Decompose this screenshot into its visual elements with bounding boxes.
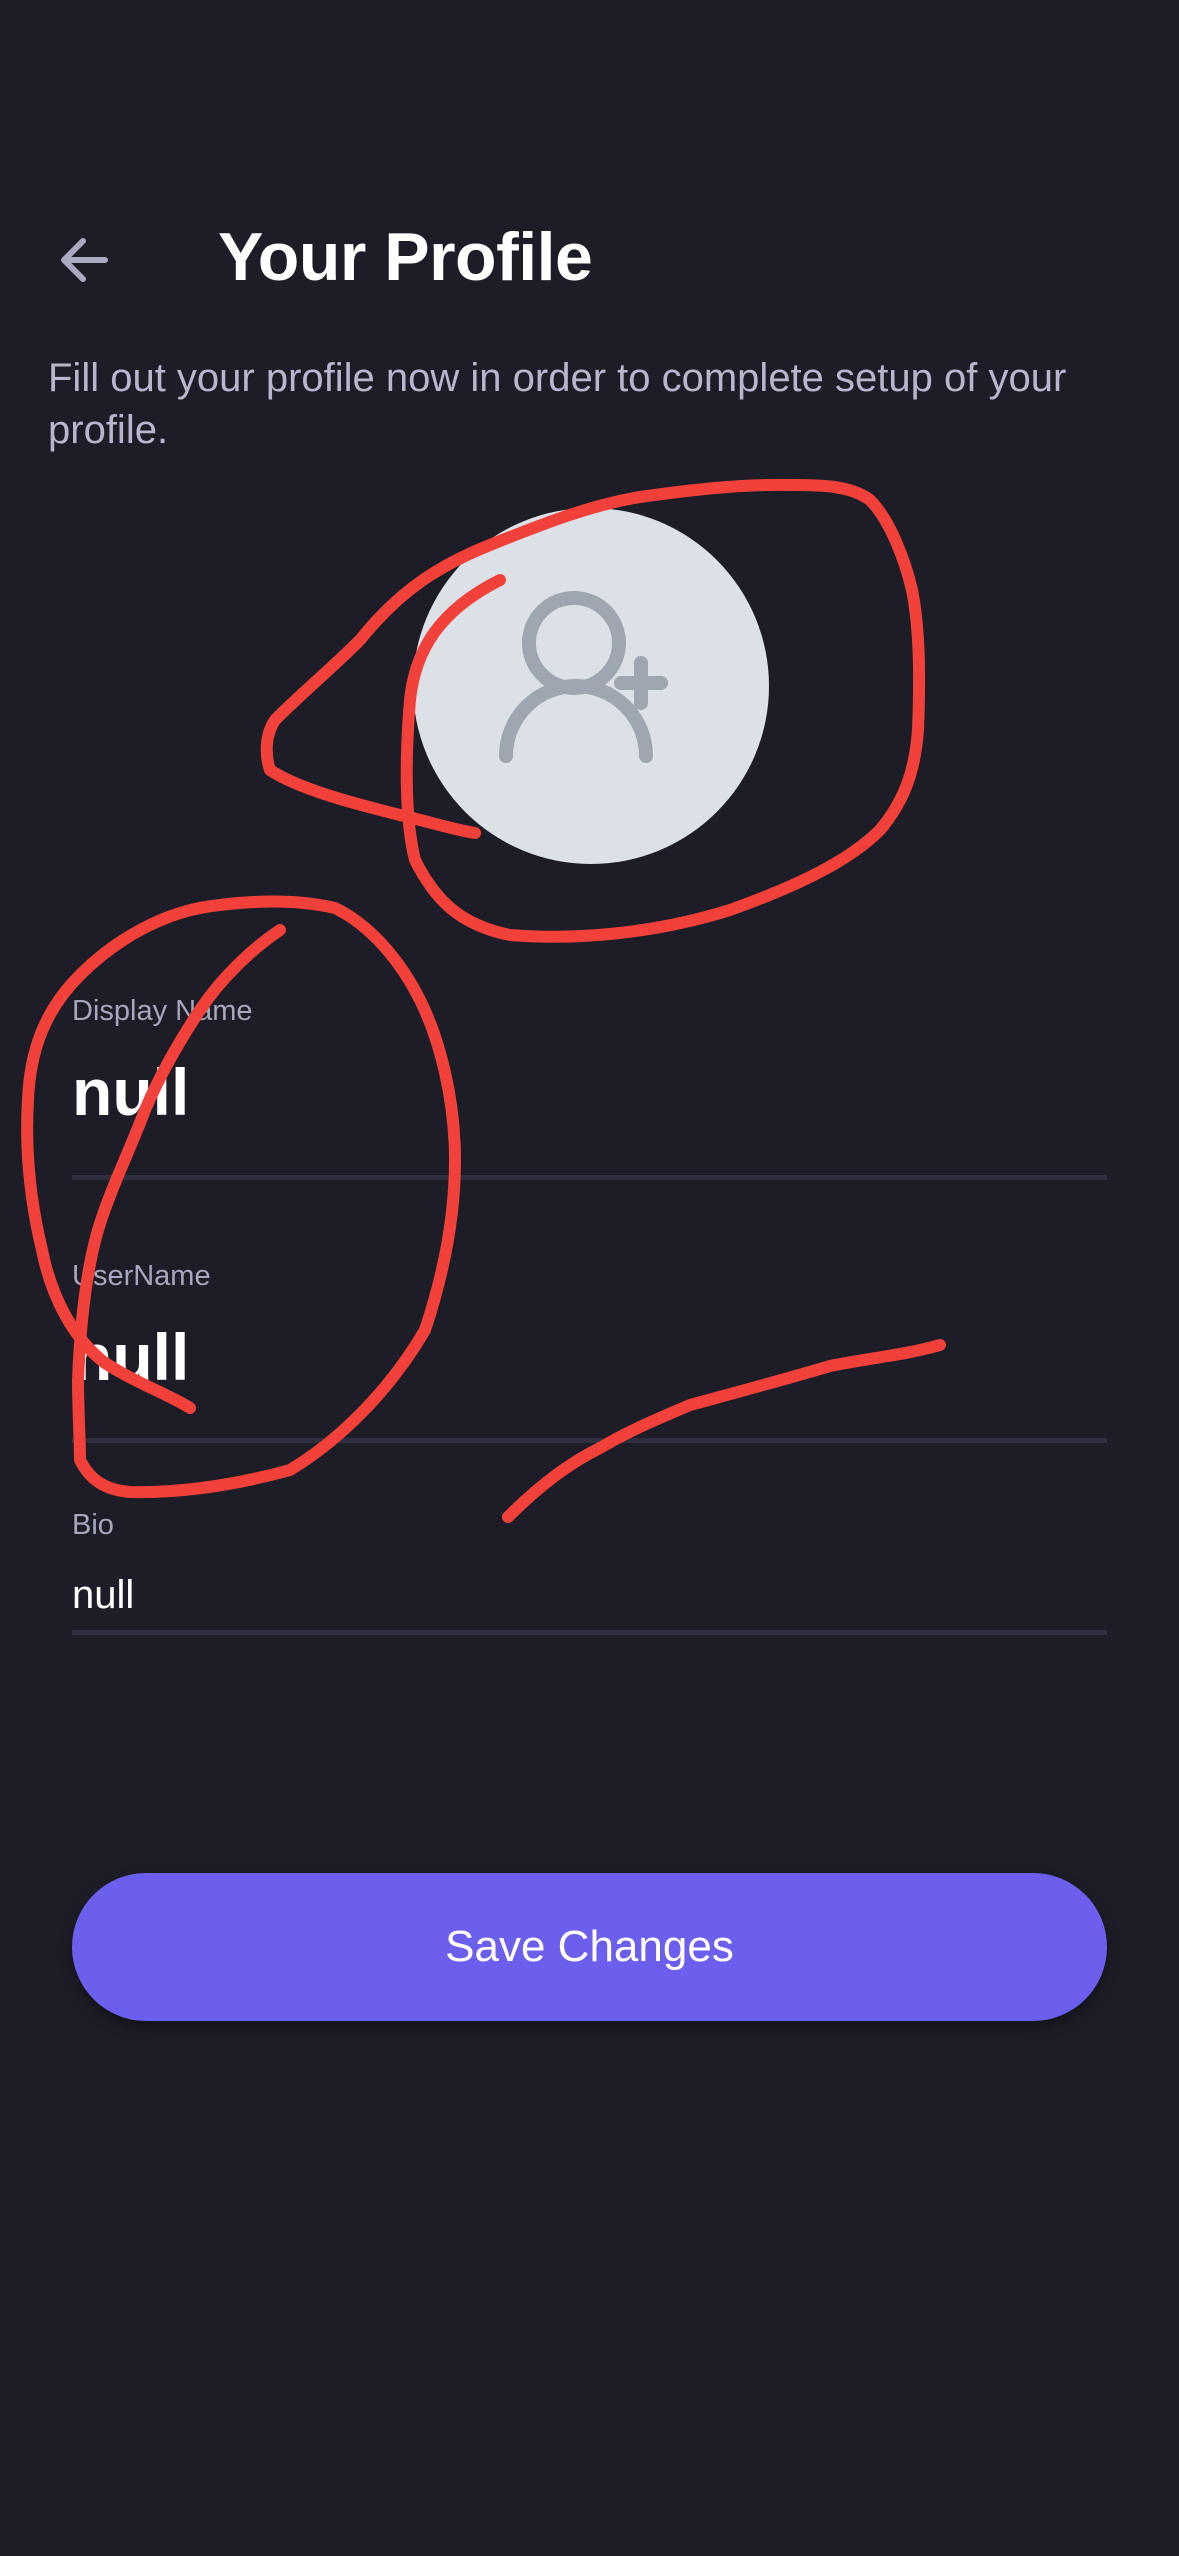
display-name-label: Display Name xyxy=(72,995,253,1027)
username-label: UserName xyxy=(72,1260,211,1292)
username-input[interactable]: null xyxy=(72,1318,1107,1397)
bio-input[interactable]: null xyxy=(72,1571,1107,1619)
display-name-input[interactable]: null xyxy=(72,1053,1107,1132)
display-name-field[interactable]: Display Name null xyxy=(72,993,1107,1180)
arrow-left-icon xyxy=(61,238,108,282)
avatar-upload-button[interactable] xyxy=(413,508,769,864)
bio-label: Bio xyxy=(72,1509,114,1541)
save-changes-button[interactable]: Save Changes xyxy=(72,1873,1107,2021)
page-title: Your Profile xyxy=(218,219,593,295)
user-add-icon xyxy=(499,591,668,763)
bio-field[interactable]: Bio null xyxy=(72,1507,1107,1635)
back-button[interactable] xyxy=(40,215,130,305)
page-subtitle: Fill out your profile now in order to co… xyxy=(48,356,1067,452)
username-field[interactable]: UserName null xyxy=(72,1258,1107,1443)
